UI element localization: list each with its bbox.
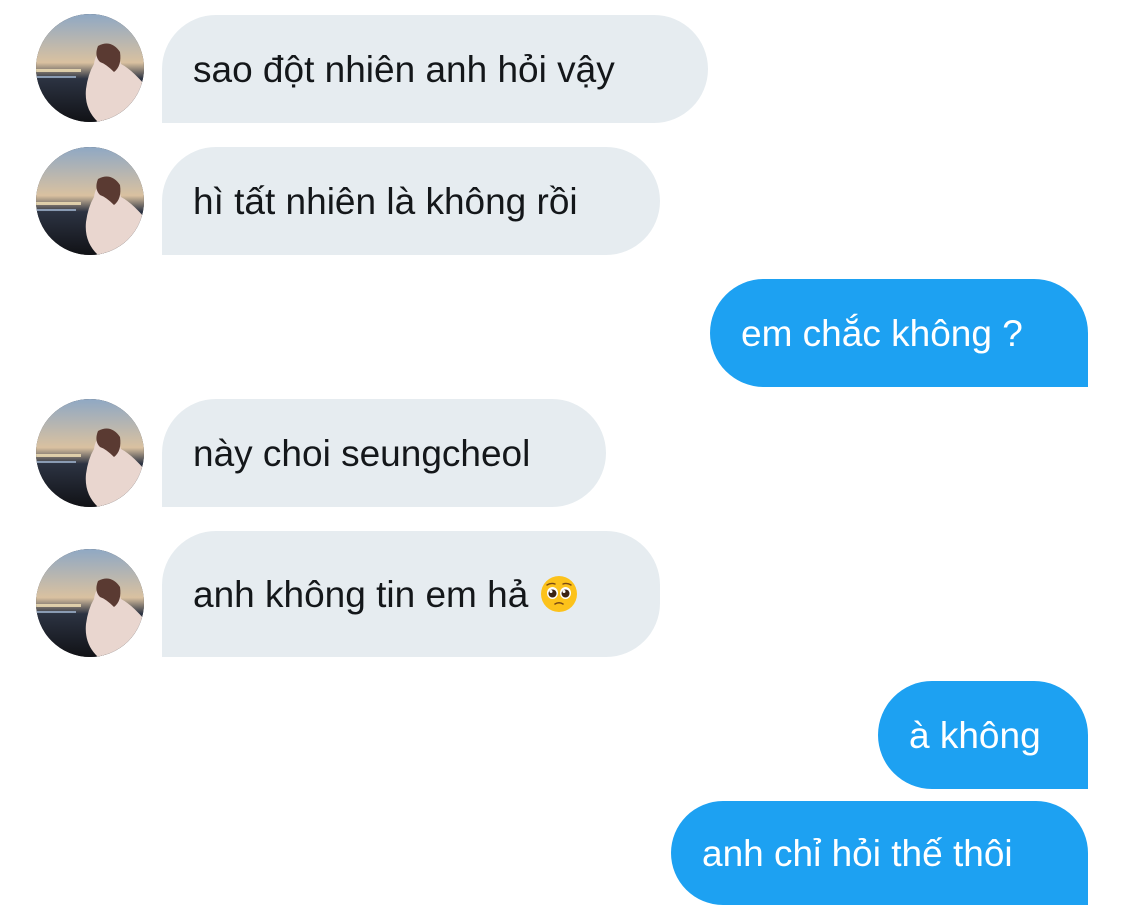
contact-avatar[interactable] xyxy=(36,14,144,122)
incoming-message-bubble[interactable]: anh không tin em hả xyxy=(162,531,660,657)
message-text: hì tất nhiên là không rồi xyxy=(193,180,578,222)
message-text: à không xyxy=(909,714,1041,756)
incoming-message-bubble[interactable]: này choi seungcheol xyxy=(162,399,606,507)
message-text: anh không tin em hả xyxy=(193,573,529,615)
pleading-face-icon xyxy=(540,575,578,613)
message-text: em chắc không ? xyxy=(741,312,1023,354)
message-text: sao đột nhiên anh hỏi vậy xyxy=(193,48,615,90)
contact-avatar[interactable] xyxy=(36,399,144,507)
incoming-message-bubble[interactable]: hì tất nhiên là không rồi xyxy=(162,147,660,255)
outgoing-message-bubble[interactable]: anh chỉ hỏi thế thôi xyxy=(671,801,1088,905)
outgoing-message-bubble[interactable]: à không xyxy=(878,681,1088,789)
contact-avatar[interactable] xyxy=(36,549,144,657)
message-text: này choi seungcheol xyxy=(193,432,531,474)
contact-avatar[interactable] xyxy=(36,147,144,255)
message-text: anh chỉ hỏi thế thôi xyxy=(702,832,1013,874)
incoming-message-bubble[interactable]: sao đột nhiên anh hỏi vậy xyxy=(162,15,708,123)
outgoing-message-bubble[interactable]: em chắc không ? xyxy=(710,279,1088,387)
